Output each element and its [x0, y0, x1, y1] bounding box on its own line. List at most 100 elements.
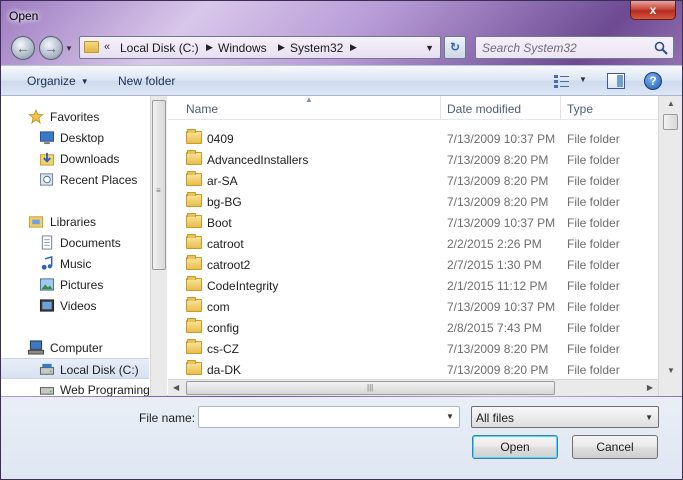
- file-row[interactable]: da-DK 7/13/2009 8:20 PM File folder: [168, 359, 658, 380]
- recent-locations-dropdown[interactable]: ▼: [65, 44, 73, 53]
- folder-icon: [186, 150, 202, 165]
- nav-documents[interactable]: Documents: [1, 232, 149, 253]
- cancel-button[interactable]: Cancel: [572, 435, 658, 459]
- scroll-left-icon[interactable]: ◀: [173, 383, 179, 392]
- breadcrumb-separator-icon[interactable]: ▶: [206, 42, 213, 53]
- scroll-down-icon[interactable]: ▼: [667, 366, 675, 375]
- nav-computer[interactable]: Computer: [1, 337, 149, 358]
- breadcrumb-windows[interactable]: Windows: [218, 41, 267, 55]
- column-type[interactable]: Type: [567, 102, 593, 116]
- column-divider[interactable]: [560, 96, 561, 120]
- nav-recent-places[interactable]: Recent Places: [1, 169, 149, 190]
- file-name: bg-BG: [207, 195, 242, 209]
- file-row[interactable]: catroot2 2/7/2015 1:30 PM File folder: [168, 254, 658, 275]
- file-name: catroot2: [207, 258, 251, 272]
- file-type: File folder: [567, 216, 620, 230]
- search-placeholder: Search System32: [482, 41, 577, 55]
- search-input[interactable]: Search System32: [475, 36, 674, 59]
- preview-pane-button[interactable]: [607, 73, 625, 89]
- address-overflow-chevron[interactable]: «: [104, 41, 110, 53]
- sort-ascending-icon: ▲: [305, 96, 313, 104]
- help-button[interactable]: ?: [644, 72, 662, 90]
- scrollbar-thumb[interactable]: [152, 100, 166, 270]
- change-view-icon[interactable]: [553, 73, 571, 89]
- browser-body: Favorites Desktop Downloads Recent Place…: [1, 96, 682, 396]
- column-date-modified[interactable]: Date modified: [447, 102, 521, 116]
- file-type-filter-value: All files: [476, 411, 515, 425]
- open-dialog: Open x ← → ▼ « Local Disk (C:) ▶ Windows…: [0, 0, 683, 480]
- close-icon: x: [649, 3, 657, 17]
- file-type: File folder: [567, 153, 620, 167]
- file-name-input[interactable]: [198, 406, 460, 428]
- nav-favorites[interactable]: Favorites: [1, 106, 149, 127]
- nav-pictures[interactable]: Pictures: [1, 274, 149, 295]
- file-date: 2/2/2015 2:26 PM: [447, 237, 542, 251]
- drive-icon: [39, 387, 55, 395]
- nav-downloads[interactable]: Downloads: [1, 148, 149, 169]
- scrollbar-thumb[interactable]: [663, 114, 678, 130]
- new-folder-button[interactable]: New folder: [118, 74, 175, 88]
- folder-icon: [186, 318, 202, 333]
- view-options-dropdown[interactable]: ▼: [579, 75, 587, 84]
- file-date: 7/13/2009 8:20 PM: [447, 342, 549, 356]
- desktop-icon: [39, 131, 55, 145]
- nav-desktop[interactable]: Desktop: [1, 127, 149, 148]
- file-name: CodeIntegrity: [207, 279, 279, 293]
- scroll-right-icon[interactable]: ▶: [647, 383, 653, 392]
- organize-button[interactable]: Organize ▼: [27, 74, 89, 88]
- file-type: File folder: [567, 237, 620, 251]
- file-row[interactable]: Boot 7/13/2009 10:37 PM File folder: [168, 212, 658, 233]
- file-row[interactable]: config 2/8/2015 7:43 PM File folder: [168, 317, 658, 338]
- open-button[interactable]: Open: [472, 435, 558, 459]
- file-name: da-DK: [207, 363, 242, 377]
- nav-music[interactable]: Music: [1, 253, 149, 274]
- forward-button[interactable]: →: [39, 36, 63, 60]
- folder-icon: [84, 41, 99, 53]
- file-type: File folder: [567, 279, 620, 293]
- folder-icon: [186, 360, 202, 375]
- column-divider[interactable]: [440, 96, 441, 120]
- nav-videos[interactable]: Videos: [1, 295, 149, 316]
- file-type-filter-select[interactable]: All files ▼: [471, 406, 659, 428]
- scroll-up-icon[interactable]: ▲: [667, 99, 675, 108]
- file-row[interactable]: catroot 2/2/2015 2:26 PM File folder: [168, 233, 658, 254]
- nav-label: Documents: [60, 236, 121, 250]
- breadcrumb-system32[interactable]: System32: [290, 41, 343, 55]
- horizontal-scrollbar[interactable]: ◀ ||| ▶: [168, 379, 658, 396]
- file-name: Boot: [207, 216, 232, 230]
- downloads-icon: [39, 152, 55, 166]
- chevron-down-icon: ▼: [80, 77, 89, 86]
- window-title: Open: [9, 9, 39, 23]
- file-date: 2/7/2015 1:30 PM: [447, 258, 542, 272]
- navigation-pane: Favorites Desktop Downloads Recent Place…: [1, 96, 151, 396]
- file-row[interactable]: com 7/13/2009 10:37 PM File folder: [168, 296, 658, 317]
- file-row[interactable]: 0409 7/13/2009 10:37 PM File folder: [168, 128, 658, 149]
- address-dropdown-icon[interactable]: ▼: [425, 43, 434, 53]
- breadcrumb-separator-icon[interactable]: ▶: [278, 42, 285, 53]
- pictures-icon: [39, 278, 55, 291]
- column-name[interactable]: Name: [186, 102, 218, 116]
- nav-local-disk[interactable]: Local Disk (C:): [1, 358, 149, 379]
- file-row[interactable]: CodeIntegrity 2/1/2015 11:12 PM File fol…: [168, 275, 658, 296]
- scrollbar-thumb[interactable]: |||: [186, 381, 555, 395]
- vertical-scrollbar[interactable]: ▲ ▼: [658, 96, 682, 396]
- file-name: cs-CZ: [207, 342, 239, 356]
- nav-label: Recent Places: [60, 173, 138, 187]
- address-bar[interactable]: « Local Disk (C:) ▶ Windows ▶ System32 ▶…: [79, 36, 441, 59]
- refresh-button[interactable]: ↻: [444, 36, 466, 59]
- nav-label: Downloads: [60, 152, 120, 166]
- file-row[interactable]: AdvancedInstallers 7/13/2009 8:20 PM Fil…: [168, 149, 658, 170]
- navigation-pane-scrollbar[interactable]: ≡: [150, 96, 167, 396]
- search-icon[interactable]: [653, 40, 669, 56]
- file-row[interactable]: ar-SA 7/13/2009 8:20 PM File folder: [168, 170, 658, 191]
- back-button[interactable]: ←: [11, 36, 35, 60]
- breadcrumb-local-disk[interactable]: Local Disk (C:): [120, 41, 199, 55]
- close-button[interactable]: x: [630, 1, 676, 20]
- file-name-dropdown-icon[interactable]: ▼: [446, 412, 454, 421]
- nav-web-programing[interactable]: Web Programing: [1, 379, 150, 396]
- file-row[interactable]: bg-BG 7/13/2009 8:20 PM File folder: [168, 191, 658, 212]
- nav-libraries[interactable]: Libraries: [1, 211, 149, 232]
- file-row[interactable]: cs-CZ 7/13/2009 8:20 PM File folder: [168, 338, 658, 359]
- breadcrumb-separator-icon[interactable]: ▶: [350, 42, 357, 53]
- folder-icon: [186, 129, 202, 144]
